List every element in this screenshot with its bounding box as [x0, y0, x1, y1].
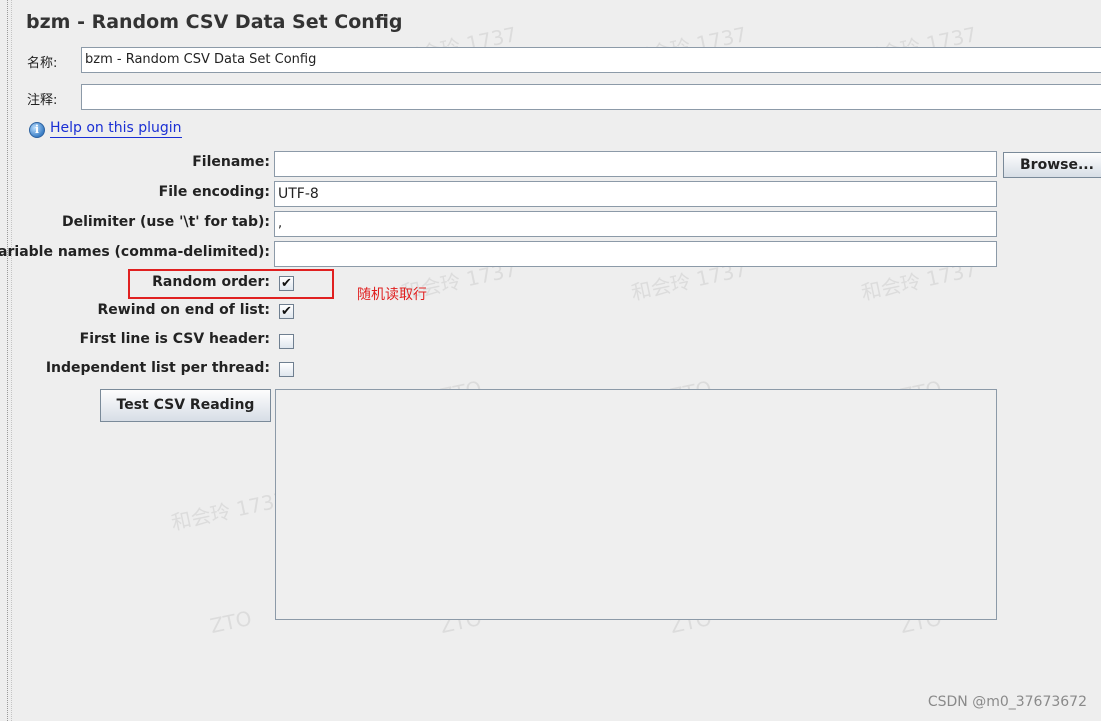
varnames-input[interactable]: [274, 241, 997, 267]
csv-header-checkbox[interactable]: [279, 334, 294, 349]
test-csv-button[interactable]: Test CSV Reading: [100, 389, 271, 422]
csv-header-label: First line is CSV header:: [79, 331, 270, 347]
page-title: bzm - Random CSV Data Set Config: [26, 11, 403, 33]
name-label: 名称:: [27, 56, 58, 71]
annotation-text: 随机读取行: [357, 287, 427, 303]
encoding-label: File encoding:: [158, 184, 270, 200]
test-results-area[interactable]: [275, 389, 997, 620]
credit-watermark: CSDN @m0_37673672: [927, 694, 1087, 710]
delimiter-label: Delimiter (use '\t' for tab):: [61, 214, 270, 230]
comment-label: 注释:: [27, 93, 58, 108]
watermark-text: 和会玲 1737: [169, 487, 289, 535]
left-border-dotted: [7, 0, 8, 721]
watermark-text: ZTO: [207, 605, 254, 639]
info-icon: i: [29, 122, 45, 138]
rewind-label: Rewind on end of list:: [97, 302, 271, 318]
browse-button[interactable]: Browse...: [1003, 152, 1101, 178]
left-border-dotted-inner: [11, 0, 12, 721]
name-input[interactable]: bzm - Random CSV Data Set Config: [81, 47, 1101, 73]
highlight-box: [128, 269, 334, 299]
rewind-checkbox[interactable]: ✔: [279, 304, 294, 319]
filename-input[interactable]: [274, 151, 997, 177]
independent-list-checkbox[interactable]: [279, 362, 294, 377]
filename-label: Filename:: [192, 154, 270, 170]
varnames-label: Variable names (comma-delimited):: [0, 244, 270, 260]
comment-input[interactable]: [81, 84, 1101, 110]
independent-list-label: Independent list per thread:: [45, 360, 270, 376]
delimiter-input[interactable]: ,: [274, 211, 997, 237]
encoding-input[interactable]: UTF-8: [274, 181, 997, 207]
help-link[interactable]: Help on this plugin: [50, 120, 182, 138]
